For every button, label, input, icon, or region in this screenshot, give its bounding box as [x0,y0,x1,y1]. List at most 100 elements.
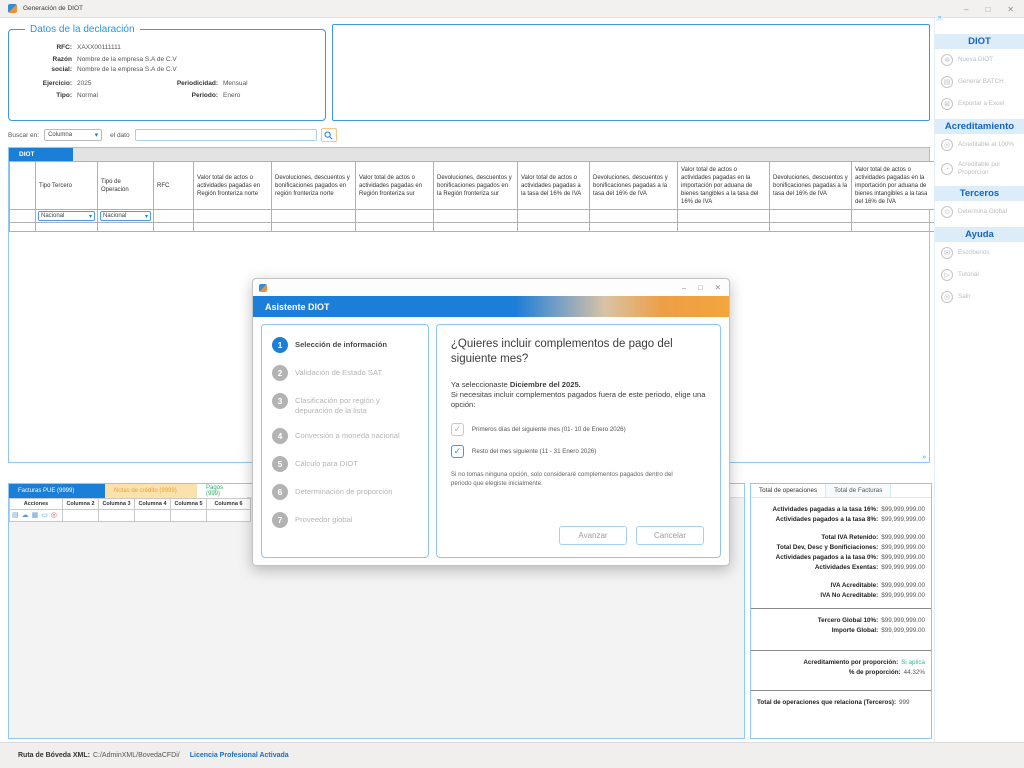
sidebar-item-acreditable-proporcion[interactable]: ◔ Acreditable por Proporcion [935,156,1024,182]
grid-scroll-arrow-icon[interactable]: » [922,454,926,461]
column-header: Valor total de actos o actividades pagad… [518,162,590,210]
sidebar-item-exportar-excel[interactable]: ⊠ Exportar a Excel [935,93,1024,115]
chevron-down-icon: ▾ [145,213,148,220]
ejercicio-value: 2025 [77,79,135,89]
column-header: Valor total de actos o actividades pagad… [356,162,434,210]
pie-chart-icon: ◔ [941,163,953,175]
modal-minimize-button[interactable]: – [682,283,686,292]
total-value: $99,999,999.00 [881,626,925,636]
periodo-label: Periodo: [135,91,223,101]
modal-close-button[interactable]: ✕ [715,283,721,292]
column-header: Columna 4 [135,499,171,510]
tipo-value: Normal [77,91,135,101]
tipo-operacion-select[interactable]: Nacional ▾ [100,211,151,221]
total-label: Actividades pagados a la tasa 8%: [776,515,879,525]
search-in-label: Buscar en: [8,132,39,139]
comment-icon[interactable]: ▭ [41,512,48,519]
tab-total-facturas[interactable]: Total de Facturas [826,484,891,497]
option-primeros-dias: ✓ Primeros días del siguiente mes (01- 1… [451,423,706,436]
total-label: Actividades pagadas a la tasa 16%: [773,505,879,515]
total-value: $99,999,999.00 [881,505,925,515]
xml-file-icon[interactable]: ▤ [12,512,19,519]
tab-facturas-pue[interactable]: Facturas PUE (9999) [9,484,105,498]
column-header: Tipo Tercero [36,162,98,210]
tab-total-operaciones[interactable]: Total de operaciones [751,484,826,497]
sidebar-section-terceros: Terceros [935,186,1024,201]
terceros-count-value: 999 [899,698,910,708]
total-value: $99,999,999.00 [881,543,925,553]
sidebar-item-escribenos[interactable]: ✉ Escríbenos [935,242,1024,264]
total-value: $99,999,999.00 [881,563,925,573]
column-header: Columna 2 [63,499,99,510]
statusbar: Ruta de Bóveda XML: C:/AdminXML/BovedaCF… [0,742,1024,768]
tipo-tercero-select[interactable]: Nacional ▾ [38,211,95,221]
modal-titlebar: – □ ✕ [253,279,729,296]
total-value: $99,999,999.00 [881,616,925,626]
column-header: Columna 3 [99,499,135,510]
excel-export-icon: ⊠ [941,98,953,110]
sidebar-item-determina-global[interactable]: ⊙ Determina Global [935,201,1024,223]
chat-icon: ✉ [941,247,953,259]
wizard-step-7: 7 Proveedor global [272,512,420,528]
sidebar-item-tutorial[interactable]: ▷ Tutorial [935,264,1024,286]
total-value: 44.32% [904,668,925,678]
periodicidad-value: Mensual [223,79,248,89]
close-button[interactable]: ✕ [1007,5,1014,14]
totals-panel: Total de operaciones Total de Facturas A… [750,483,932,739]
facturas-table: Acciones Columna 2 Columna 3 Columna 4 C… [9,498,251,522]
ejercicio-label: Ejercicio: [15,79,77,89]
minimize-button[interactable]: – [964,5,968,14]
cancelar-button[interactable]: Cancelar [636,526,704,545]
collapse-sidebar-icon[interactable]: » [936,15,943,21]
razon-social-value: Nombre de la empresa S.A de C.V Nombre d… [77,55,177,75]
sidebar-section-diot: DIOT [935,34,1024,49]
selected-period: Diciembre del 2025. [510,380,581,389]
rfc-label: RFC: [15,43,77,53]
checkbox-primeros-dias[interactable]: ✓ [451,423,464,436]
search-input[interactable] [135,129,317,141]
sidebar-item-generar-batch[interactable]: ▤ Generar BATCH [935,71,1024,93]
app-logo-icon [8,4,17,13]
total-label: Tercero Global 10%: [818,616,878,626]
option-resto-mes: ✓ Resto del mes siguiente (11 - 31 Enero… [451,445,706,458]
checkbox-resto-mes[interactable]: ✓ [451,445,464,458]
column-header: Valor total de actos o actividades pagad… [852,162,940,210]
search-icon [324,131,333,140]
sidebar-item-salir[interactable]: ◎ Salir [935,286,1024,308]
secondary-panel [332,24,930,121]
wizard-step-3: 3 Clasificación por región y depuración … [272,393,420,416]
search-column-select[interactable]: Columna ▾ [44,129,102,141]
tab-pagos[interactable]: Pagos (999) [197,484,247,498]
total-label: Acreditamiento por proporción: [803,658,898,668]
total-value: $99,999,999.00 [881,533,925,543]
question-note: Si no tomas ninguna opción, solo conside… [451,471,691,488]
total-label: IVA No Acreditable: [820,591,878,601]
total-value: $99,999,999.00 [881,581,925,591]
declaration-panel: Datos de la declaración RFC: XAXX0011111… [8,24,326,121]
column-header: Valor total de actos o actividades pagad… [678,162,770,210]
maximize-button[interactable]: □ [985,5,990,14]
license-link[interactable]: Licencia Profesional Activada [190,752,289,759]
cancel-icon[interactable]: ◎ [51,512,57,519]
search-button[interactable] [321,128,337,142]
avanzar-button[interactable]: Avanzar [559,526,627,545]
wizard-step-1: 1 Selección de información [272,337,420,353]
column-header: Devoluciones, descuentos y bonificacione… [770,162,852,210]
sidebar-item-acreditable-100[interactable]: ◎ Acreditable al 100% [935,134,1024,156]
column-header: Devoluciones, descuentos y bonificacione… [272,162,356,210]
tipo-label: Tipo: [15,91,77,101]
download-icon[interactable]: ☁ [22,512,29,519]
total-label: Total IVA Retenido: [821,533,878,543]
column-header: Tipo de Operación [98,162,154,210]
sidebar-item-nueva-diot[interactable]: ⊛ Nueva DIOT [935,49,1024,71]
window-titlebar: Generación de DIOT – □ ✕ [0,0,1024,18]
wizard-question-panel: ¿Quieres incluir complementos de pago de… [436,324,721,558]
modal-maximize-button[interactable]: □ [698,283,703,292]
sidebar-section-ayuda: Ayuda [935,227,1024,242]
tab-diot[interactable]: DIOT [9,148,73,161]
detail-grid-icon[interactable]: ▦ [32,512,39,519]
tab-notas-credito[interactable]: Notas de crédito (9999) [105,484,197,498]
wizard-step-5: 5 Cálculo para DIOT [272,456,420,472]
nueva-diot-icon: ⊛ [941,54,953,66]
wizard-step-4: 4 Conversión a moneda nacional [272,428,420,444]
